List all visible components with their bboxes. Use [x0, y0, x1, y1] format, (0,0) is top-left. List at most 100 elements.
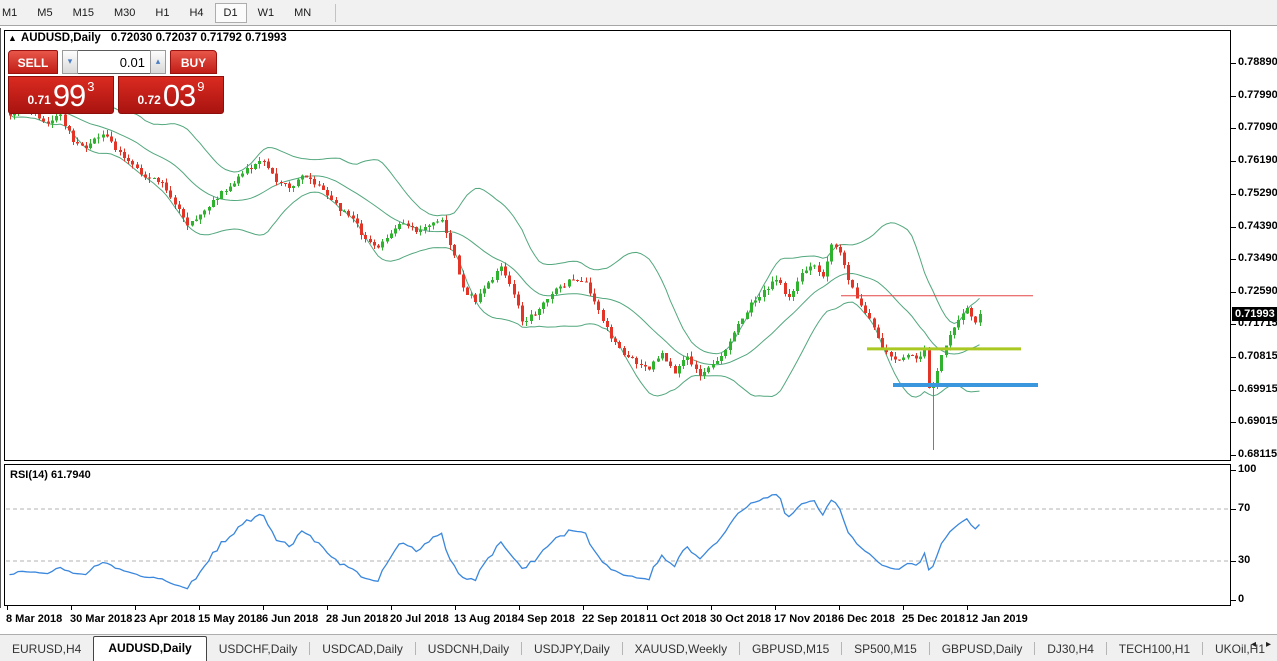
- current-price-badge: 0.71993: [1232, 307, 1277, 321]
- price-axis-label: 0.73490: [1238, 252, 1277, 264]
- volume-decrease-button[interactable]: ▾: [62, 50, 78, 74]
- rsi-chart-canvas[interactable]: [5, 465, 1230, 605]
- price-axis-label: 0.76190: [1238, 154, 1277, 166]
- tab-xauusd-weekly[interactable]: XAUUSD,Weekly: [623, 638, 739, 661]
- symbol-marker-icon: ▲: [8, 33, 17, 43]
- bid-price-pip: 3: [87, 79, 94, 94]
- date-axis-label: 17 Nov 2018: [774, 613, 838, 625]
- one-click-trading-widget: SELL ▾ ▴ BUY 0.71 99 3 0.72 03 9: [8, 50, 225, 114]
- price-axis-tick: [1231, 324, 1236, 325]
- price-axis-label: 0.77990: [1238, 89, 1277, 101]
- price-axis-tick: [1231, 259, 1236, 260]
- price-axis-tick: [1231, 292, 1236, 293]
- date-axis-label: 20 Jul 2018: [390, 613, 449, 625]
- tab-tech100-h1[interactable]: TECH100,H1: [1107, 638, 1202, 661]
- bid-price-prefix: 0.71: [27, 93, 50, 107]
- date-axis-label: 8 Mar 2018: [6, 613, 62, 625]
- date-axis-tick: [7, 606, 8, 610]
- trade-controls-row: SELL ▾ ▴ BUY: [8, 50, 225, 74]
- date-axis-label: 6 Jun 2018: [262, 613, 318, 625]
- rsi-indicator-label: RSI(14) 61.7940: [10, 469, 91, 481]
- timeframe-toolbar: M1M5M15M30H1H4D1W1MN: [0, 0, 1277, 26]
- date-axis-tick: [135, 606, 136, 610]
- rsi-axis-label: 100: [1238, 463, 1256, 475]
- timeframe-button-w1[interactable]: W1: [249, 3, 284, 23]
- ask-price-pip: 9: [197, 79, 204, 94]
- window-left-frame: [0, 28, 1, 608]
- price-axis-label: 0.77090: [1238, 121, 1277, 133]
- sell-button[interactable]: SELL: [8, 50, 58, 74]
- price-axis-tick: [1231, 128, 1236, 129]
- tab-usdchf-daily[interactable]: USDCHF,Daily: [207, 638, 310, 661]
- date-axis-label: 6 Dec 2018: [838, 613, 895, 625]
- tab-eurusd-h4[interactable]: EURUSD,H4: [0, 638, 93, 661]
- date-axis-tick: [903, 606, 904, 610]
- price-axis-label: 0.69015: [1238, 415, 1277, 427]
- timeframe-button-m5[interactable]: M5: [28, 3, 61, 23]
- timeframe-button-m30[interactable]: M30: [105, 3, 144, 23]
- timeframe-button-h1[interactable]: H1: [146, 3, 178, 23]
- date-axis-tick: [327, 606, 328, 610]
- date-axis-label: 28 Jun 2018: [326, 613, 388, 625]
- tab-usdcnh-daily[interactable]: USDCNH,Daily: [416, 638, 521, 661]
- timeframe-button-m15[interactable]: M15: [64, 3, 103, 23]
- rsi-axis-label: 0: [1238, 593, 1244, 605]
- timeframe-button-m1[interactable]: M1: [0, 3, 26, 23]
- volume-input[interactable]: [78, 50, 150, 74]
- bid-ask-prices: 0.71 99 3 0.72 03 9: [8, 76, 225, 114]
- rsi-indicator-panel[interactable]: [4, 464, 1231, 606]
- date-axis-tick: [455, 606, 456, 610]
- tab-gbpusd-m15[interactable]: GBPUSD,M15: [740, 638, 841, 661]
- date-axis-tick: [775, 606, 776, 610]
- price-axis-tick: [1231, 63, 1236, 64]
- tab-scroll-left-button[interactable]: ◂: [1251, 639, 1256, 650]
- tab-scroll-right-button[interactable]: ▸: [1266, 639, 1271, 650]
- rsi-axis-tick: [1231, 600, 1236, 601]
- timeframe-button-mn[interactable]: MN: [285, 3, 320, 23]
- date-axis-label: 30 Oct 2018: [710, 613, 771, 625]
- date-axis-tick: [583, 606, 584, 610]
- price-axis-tick: [1231, 455, 1236, 456]
- price-axis-label: 0.72590: [1238, 285, 1277, 297]
- tab-usdjpy-daily[interactable]: USDJPY,Daily: [522, 638, 622, 661]
- date-axis-tick: [199, 606, 200, 610]
- date-axis-tick: [391, 606, 392, 610]
- tab-dj30-h4[interactable]: DJ30,H4: [1035, 638, 1106, 661]
- rsi-axis-label: 70: [1238, 502, 1250, 514]
- tab-sp500-m15[interactable]: SP500,M15: [842, 638, 929, 661]
- date-axis-label: 4 Sep 2018: [518, 613, 575, 625]
- price-axis-tick: [1231, 194, 1236, 195]
- price-axis-label: 0.70815: [1238, 350, 1277, 362]
- rsi-axis-tick: [1231, 470, 1236, 471]
- tab-usdcad-daily[interactable]: USDCAD,Daily: [310, 638, 415, 661]
- volume-increase-button[interactable]: ▴: [150, 50, 166, 74]
- tab-audusd-daily[interactable]: AUDUSD,Daily: [93, 636, 206, 661]
- buy-button[interactable]: BUY: [170, 50, 217, 74]
- chart-ohlc-values: 0.72030 0.72037 0.71792 0.71993: [111, 32, 287, 44]
- price-axis-tick: [1231, 161, 1236, 162]
- tab-gbpusd-daily[interactable]: GBPUSD,Daily: [930, 638, 1035, 661]
- date-axis-tick: [519, 606, 520, 610]
- timeframe-button-d1[interactable]: D1: [215, 3, 247, 23]
- date-axis-tick: [263, 606, 264, 610]
- date-axis-tick: [711, 606, 712, 610]
- ask-price-box[interactable]: 0.72 03 9: [118, 76, 224, 114]
- date-axis-label: 13 Aug 2018: [454, 613, 518, 625]
- date-axis-tick: [71, 606, 72, 610]
- price-axis-label: 0.69915: [1238, 383, 1277, 395]
- date-axis-tick: [647, 606, 648, 610]
- bid-price-box[interactable]: 0.71 99 3: [8, 76, 114, 114]
- price-axis-label: 0.78890: [1238, 56, 1277, 68]
- timeframe-button-h4[interactable]: H4: [180, 3, 212, 23]
- chart-title: ▲ AUDUSD,Daily 0.72030 0.72037 0.71792 0…: [8, 32, 287, 44]
- rsi-axis-tick: [1231, 509, 1236, 510]
- toolbar-separator: [335, 4, 336, 22]
- bid-price-big: 99: [53, 83, 85, 109]
- price-axis-tick: [1231, 357, 1236, 358]
- price-axis-label: 0.74390: [1238, 220, 1277, 232]
- date-axis-tick: [967, 606, 968, 610]
- date-axis-label: 25 Dec 2018: [902, 613, 965, 625]
- date-axis-tick: [839, 606, 840, 610]
- price-axis-label: 0.75290: [1238, 187, 1277, 199]
- chart-symbol-label: AUDUSD,Daily: [21, 32, 101, 44]
